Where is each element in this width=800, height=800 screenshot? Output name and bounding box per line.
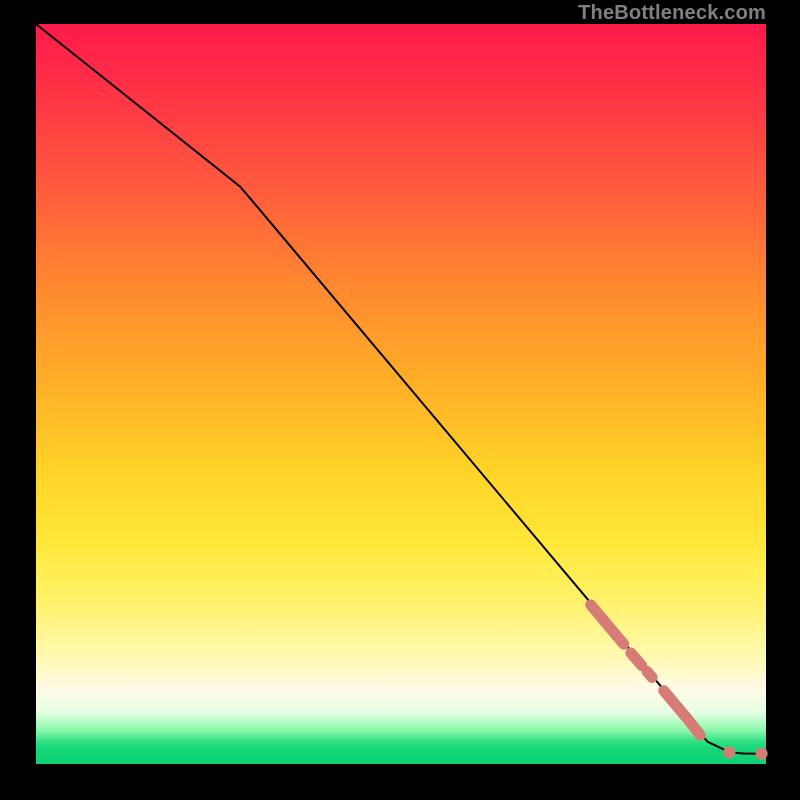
outer-frame: TheBottleneck.com: [0, 0, 800, 800]
chart-overlay: [36, 24, 766, 764]
highlight-segment: [647, 672, 652, 678]
highlight-segment: [664, 691, 685, 716]
main-curve: [36, 24, 766, 754]
highlight-segment: [591, 605, 624, 644]
curve-marker: [724, 747, 735, 758]
watermark-text: TheBottleneck.com: [578, 2, 766, 25]
highlight-segments: [591, 605, 701, 735]
curve-marker: [756, 748, 767, 759]
highlight-segment: [686, 717, 700, 735]
highlight-segment: [631, 653, 642, 666]
